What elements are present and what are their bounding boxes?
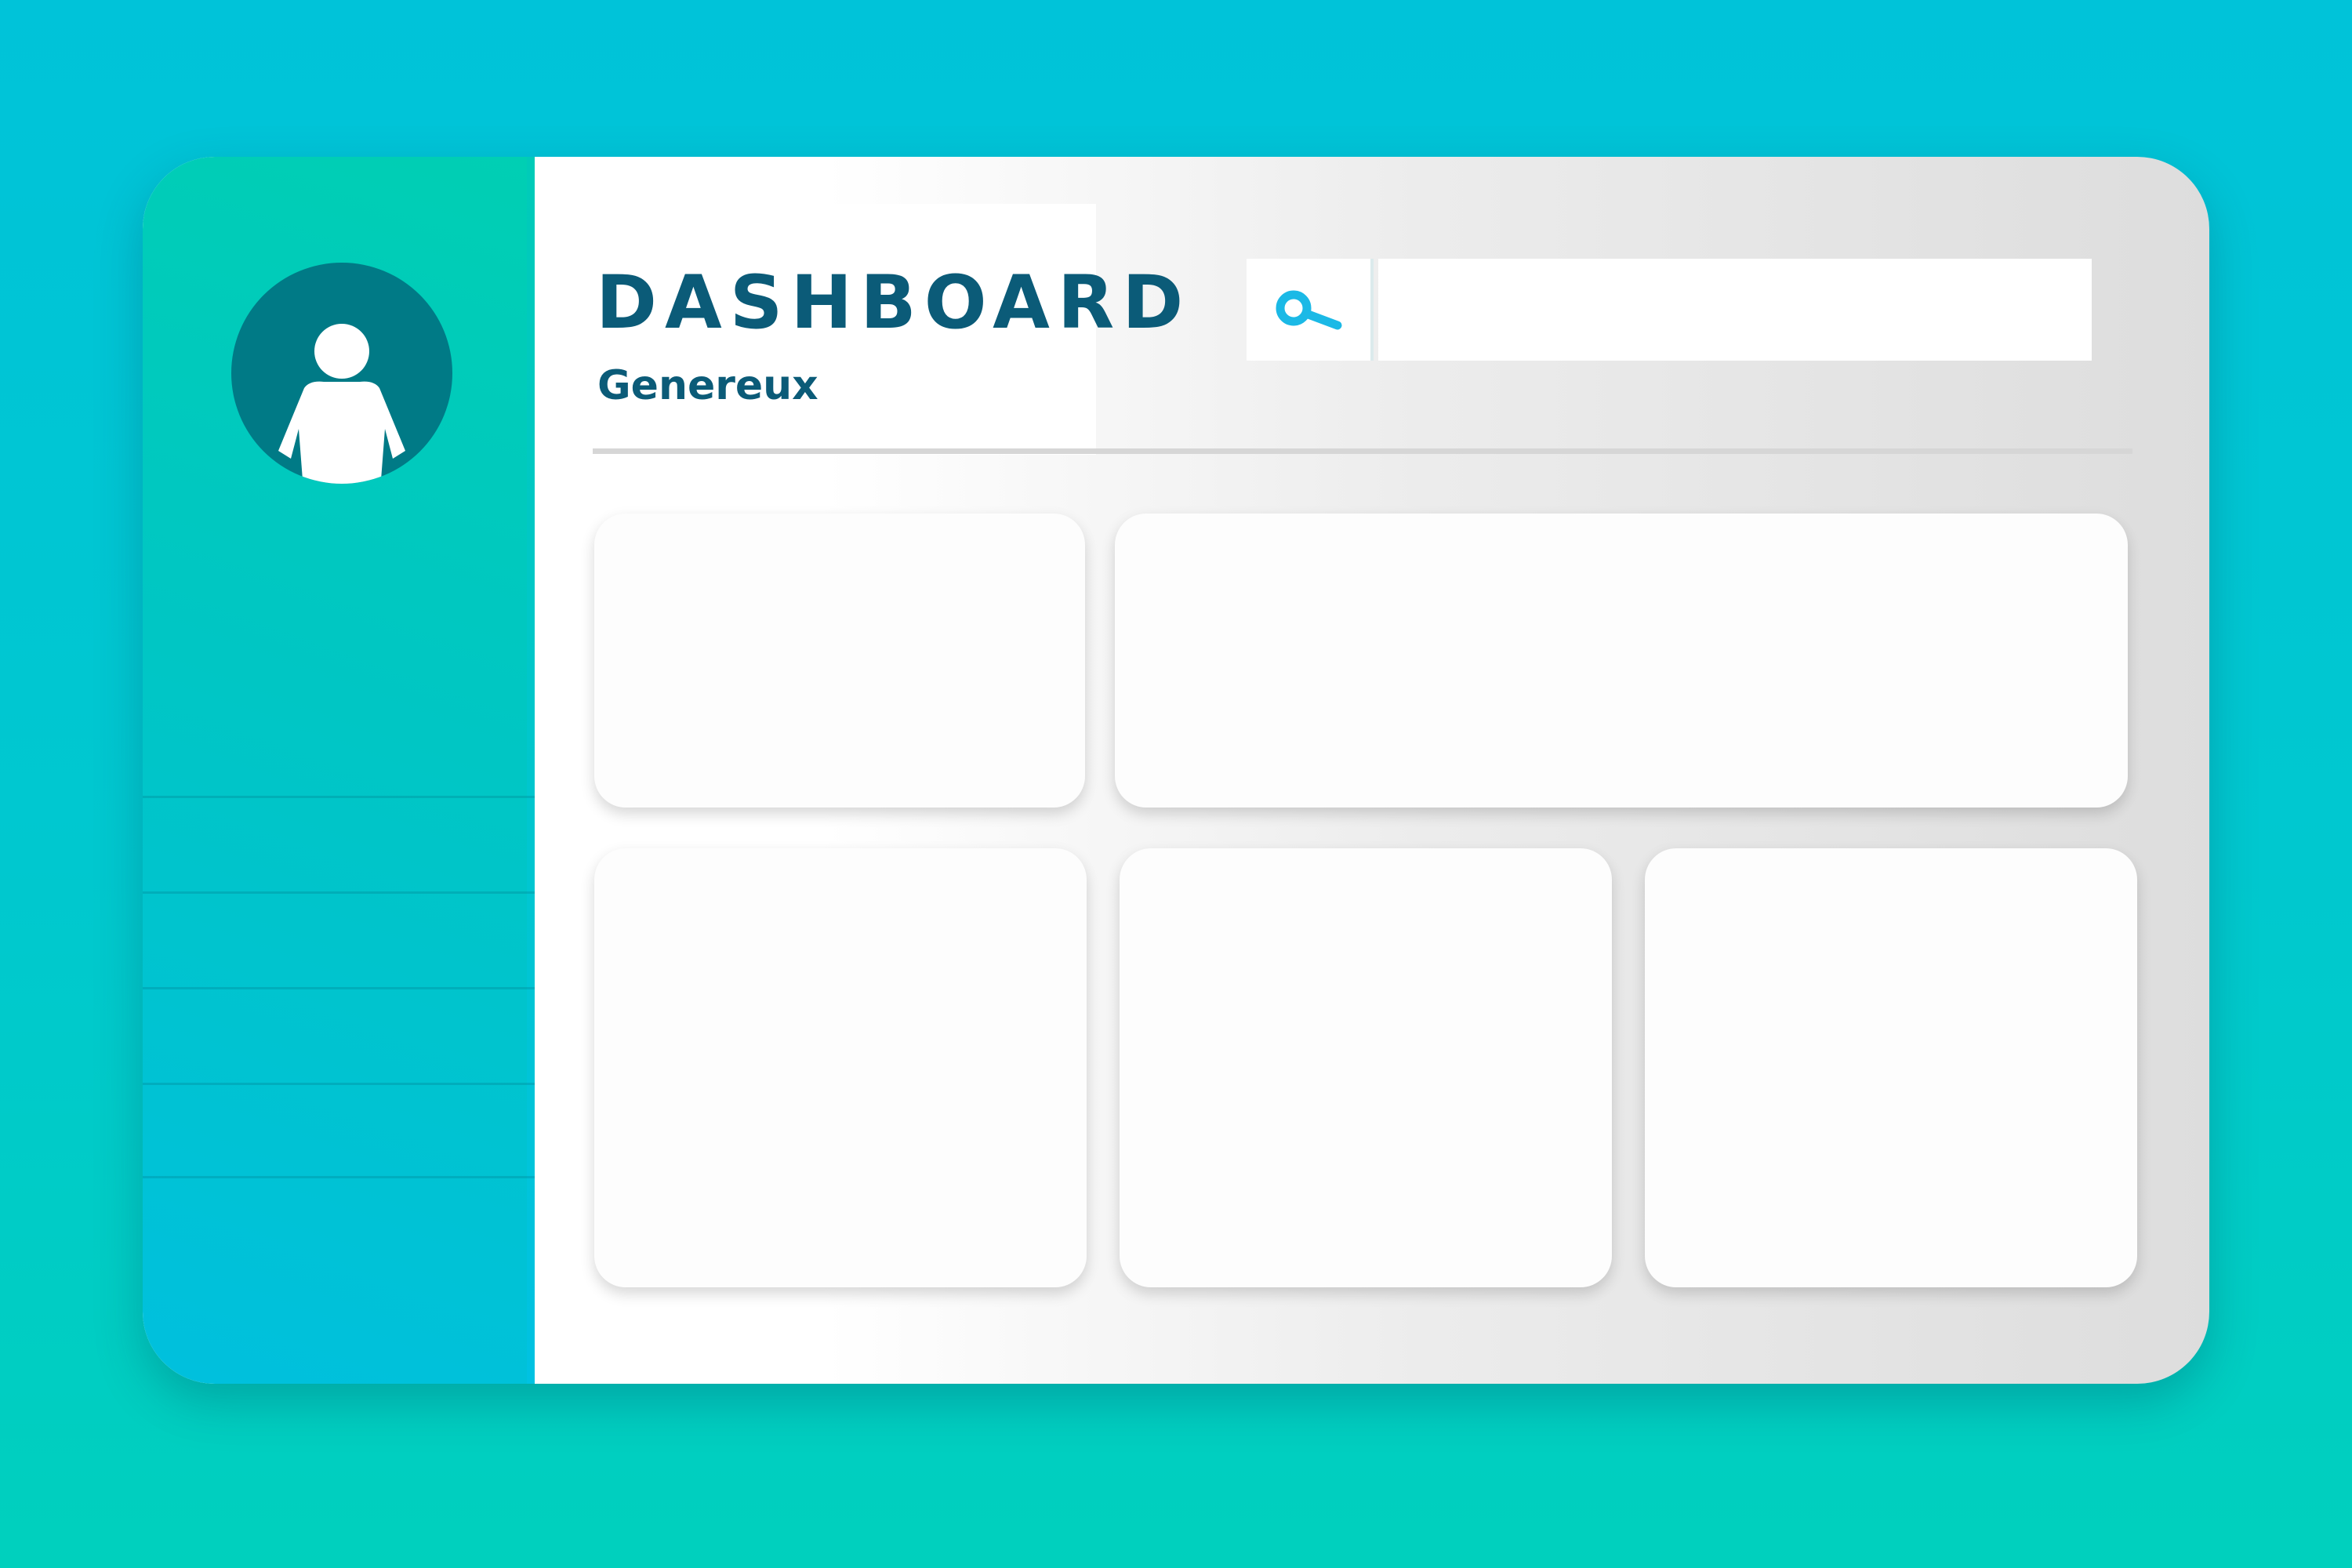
search-button[interactable] <box>1247 259 1374 361</box>
dashboard-card-4[interactable] <box>1120 848 1612 1287</box>
sidebar <box>143 157 535 1384</box>
header-divider <box>593 448 2132 454</box>
page-title: DASHBOARD <box>596 260 1192 346</box>
dashboard-card-1[interactable] <box>594 514 1085 808</box>
page-subtitle: Genereux <box>597 362 818 409</box>
dashboard-card-5[interactable] <box>1645 848 2137 1287</box>
user-icon <box>278 324 405 484</box>
dashboard-card-2[interactable] <box>1115 514 2128 808</box>
sidebar-item-1[interactable] <box>143 796 535 891</box>
sidebar-nav <box>143 796 535 1178</box>
search-icon <box>1276 290 1342 330</box>
dashboard-card-3[interactable] <box>594 848 1087 1287</box>
avatar[interactable] <box>231 263 452 484</box>
dashboard-window: DASHBOARD Genereux <box>143 157 2209 1384</box>
sidebar-item-3[interactable] <box>143 987 535 1083</box>
sidebar-item-2[interactable] <box>143 891 535 987</box>
search-input[interactable] <box>1378 259 2092 361</box>
sidebar-edge <box>527 157 535 1384</box>
sidebar-item-4[interactable] <box>143 1083 535 1178</box>
